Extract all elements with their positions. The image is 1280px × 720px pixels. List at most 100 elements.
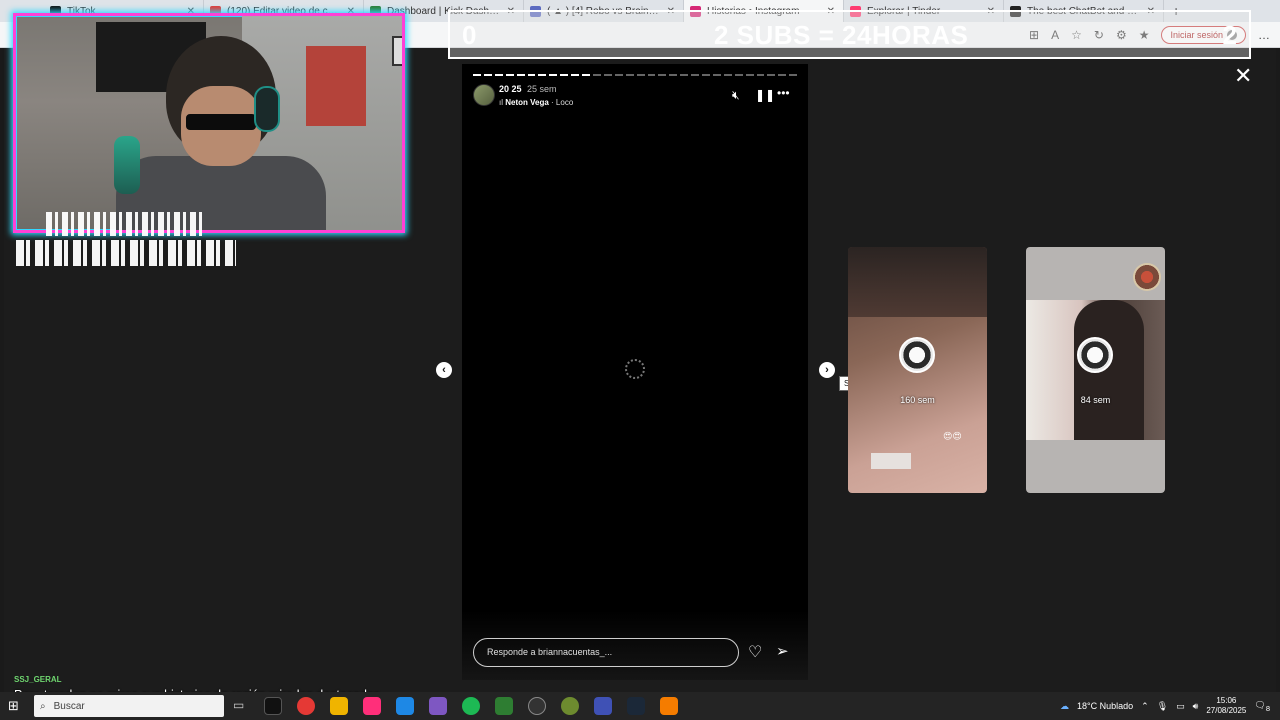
webcam-red-panel [306, 46, 366, 126]
progress-segment [789, 74, 798, 76]
clock-time: 15:06 [1216, 696, 1237, 705]
reply-input[interactable]: Responde a briannacuentas_... [473, 638, 739, 667]
steam-app-icon[interactable] [627, 697, 645, 715]
volume-icon[interactable]: 🔊︎ [1193, 701, 1199, 712]
progress-segment [473, 74, 481, 76]
clock[interactable]: 15:06 27/08/2025 [1206, 696, 1246, 716]
progress-segment [560, 74, 569, 76]
progress-segment [538, 74, 547, 76]
story-avatar[interactable] [473, 84, 495, 106]
subs-right-count: 2 [1222, 20, 1237, 50]
progress-segment [691, 74, 700, 76]
progress-segment [702, 74, 710, 76]
progress-segment [658, 74, 667, 76]
preview-decoration [1133, 263, 1161, 291]
obs-app-icon[interactable] [528, 697, 546, 715]
tiktok-app-icon[interactable] [264, 697, 282, 715]
progress-segment [625, 74, 634, 76]
mention-sticker [871, 453, 911, 469]
progress-segment [745, 74, 754, 76]
progress-segment [603, 74, 612, 76]
emoji-sticker-icon: 😍😍 [943, 431, 962, 441]
story-progress-bar [473, 74, 798, 76]
opera-app-icon[interactable] [297, 697, 315, 715]
progress-segment [582, 74, 590, 76]
network-icon[interactable]: ▭ [1176, 701, 1185, 712]
more-icon[interactable]: ••• [777, 86, 790, 100]
edge-app-icon[interactable] [396, 697, 414, 715]
kick-app-icon[interactable] [495, 697, 513, 715]
previous-story-button[interactable]: ‹ [436, 362, 452, 378]
search-icon: ⌕ [40, 700, 46, 712]
file-explorer-icon[interactable] [330, 697, 348, 715]
progress-segment [494, 74, 503, 76]
progress-segment [592, 74, 601, 76]
glitched-overlay-text-2 [16, 240, 236, 266]
notification-icon[interactable]: 🗨︎8 [1254, 700, 1270, 713]
subs-goal-text: 2 SUBS = 24HORAS [714, 20, 969, 50]
weather-text[interactable]: 18°C Nublado [1077, 701, 1133, 711]
progress-segment [712, 74, 721, 76]
preview-time: 160 sem [900, 395, 935, 405]
progress-segment [571, 74, 580, 76]
calculator-icon[interactable] [594, 697, 612, 715]
loading-spinner-icon [625, 359, 645, 379]
preview-time: 84 sem [1080, 395, 1111, 405]
webcam-feed [13, 13, 405, 233]
progress-segment [723, 74, 732, 76]
progress-segment [647, 74, 656, 76]
pause-icon[interactable]: ❚❚ [755, 88, 775, 102]
chevron-up-icon[interactable]: ⌃ [1141, 701, 1149, 712]
progress-segment [483, 74, 492, 76]
progress-segment [680, 74, 689, 76]
story-preview-card[interactable]: 84 sem [1026, 247, 1165, 493]
webcam-sunglasses [186, 114, 256, 130]
taskbar-search-label: Buscar [53, 700, 85, 712]
story-song-artist: Neton Vega [505, 98, 549, 107]
glitched-overlay-text [46, 212, 206, 236]
progress-segment [527, 74, 536, 76]
app-icon[interactable] [561, 697, 579, 715]
subs-goal-overlay: 0 2 SUBS = 24HORAS 2 [448, 10, 1251, 59]
preview-avatar [899, 337, 935, 373]
clock-date: 27/08/2025 [1206, 706, 1247, 715]
tiktok-studio-icon[interactable] [363, 697, 381, 715]
story-song[interactable]: ıl Neton Vega · Loco [499, 98, 573, 107]
notification-count: 8 [1265, 703, 1270, 713]
next-story-button[interactable]: › [819, 362, 835, 378]
more-options-icon[interactable]: … [1258, 28, 1270, 42]
browser-app-icon[interactable] [429, 697, 447, 715]
story-preview-card[interactable]: 160 sem 😍😍 [848, 247, 987, 493]
progress-segment [756, 74, 765, 76]
microphone-icon[interactable]: 🎙︎ [1157, 701, 1168, 712]
webcam-microphone [114, 136, 140, 194]
chat-username: SSJ_GERAL [14, 675, 62, 684]
close-icon[interactable]: ✕ [1234, 63, 1252, 89]
progress-segment [669, 74, 678, 76]
preview-image-top [848, 247, 987, 317]
progress-segment [614, 74, 623, 76]
progress-segment [778, 74, 787, 76]
taskbar: ⊞ ⌕ Buscar ▭ ☁ 18°C Nublado ⌃ 🎙︎ ▭ 🔊︎ 15… [0, 692, 1280, 720]
spotify-app-icon[interactable] [462, 697, 480, 715]
preview-avatar [1077, 337, 1113, 373]
windows-start-icon[interactable]: ⊞ [8, 698, 19, 714]
task-view-icon[interactable]: ▭ [233, 698, 244, 712]
story-username[interactable]: 20 25 [499, 84, 522, 94]
like-heart-icon[interactable]: ♡ [748, 642, 762, 662]
progress-segment [549, 74, 558, 76]
send-icon[interactable]: ➢ [776, 642, 789, 660]
mute-icon[interactable]: 🔇︎ [732, 88, 740, 103]
music-icon: ıl [499, 98, 503, 107]
webcam-headphones [254, 86, 280, 132]
system-tray: ☁ 18°C Nublado ⌃ 🎙︎ ▭ 🔊︎ 15:06 27/08/202… [1060, 692, 1270, 720]
progress-segment [734, 74, 743, 76]
story-time: 25 sem [527, 84, 557, 94]
webcam-picture-frame [392, 36, 402, 66]
progress-segment [767, 74, 776, 76]
sublime-app-icon[interactable] [660, 697, 678, 715]
weather-icon: ☁ [1060, 700, 1070, 711]
taskbar-search[interactable]: ⌕ Buscar [34, 695, 224, 717]
progress-segment [505, 74, 514, 76]
story-panel: 20 25 25 sem ıl Neton Vega · Loco 🔇︎ ❚❚ … [462, 64, 808, 680]
